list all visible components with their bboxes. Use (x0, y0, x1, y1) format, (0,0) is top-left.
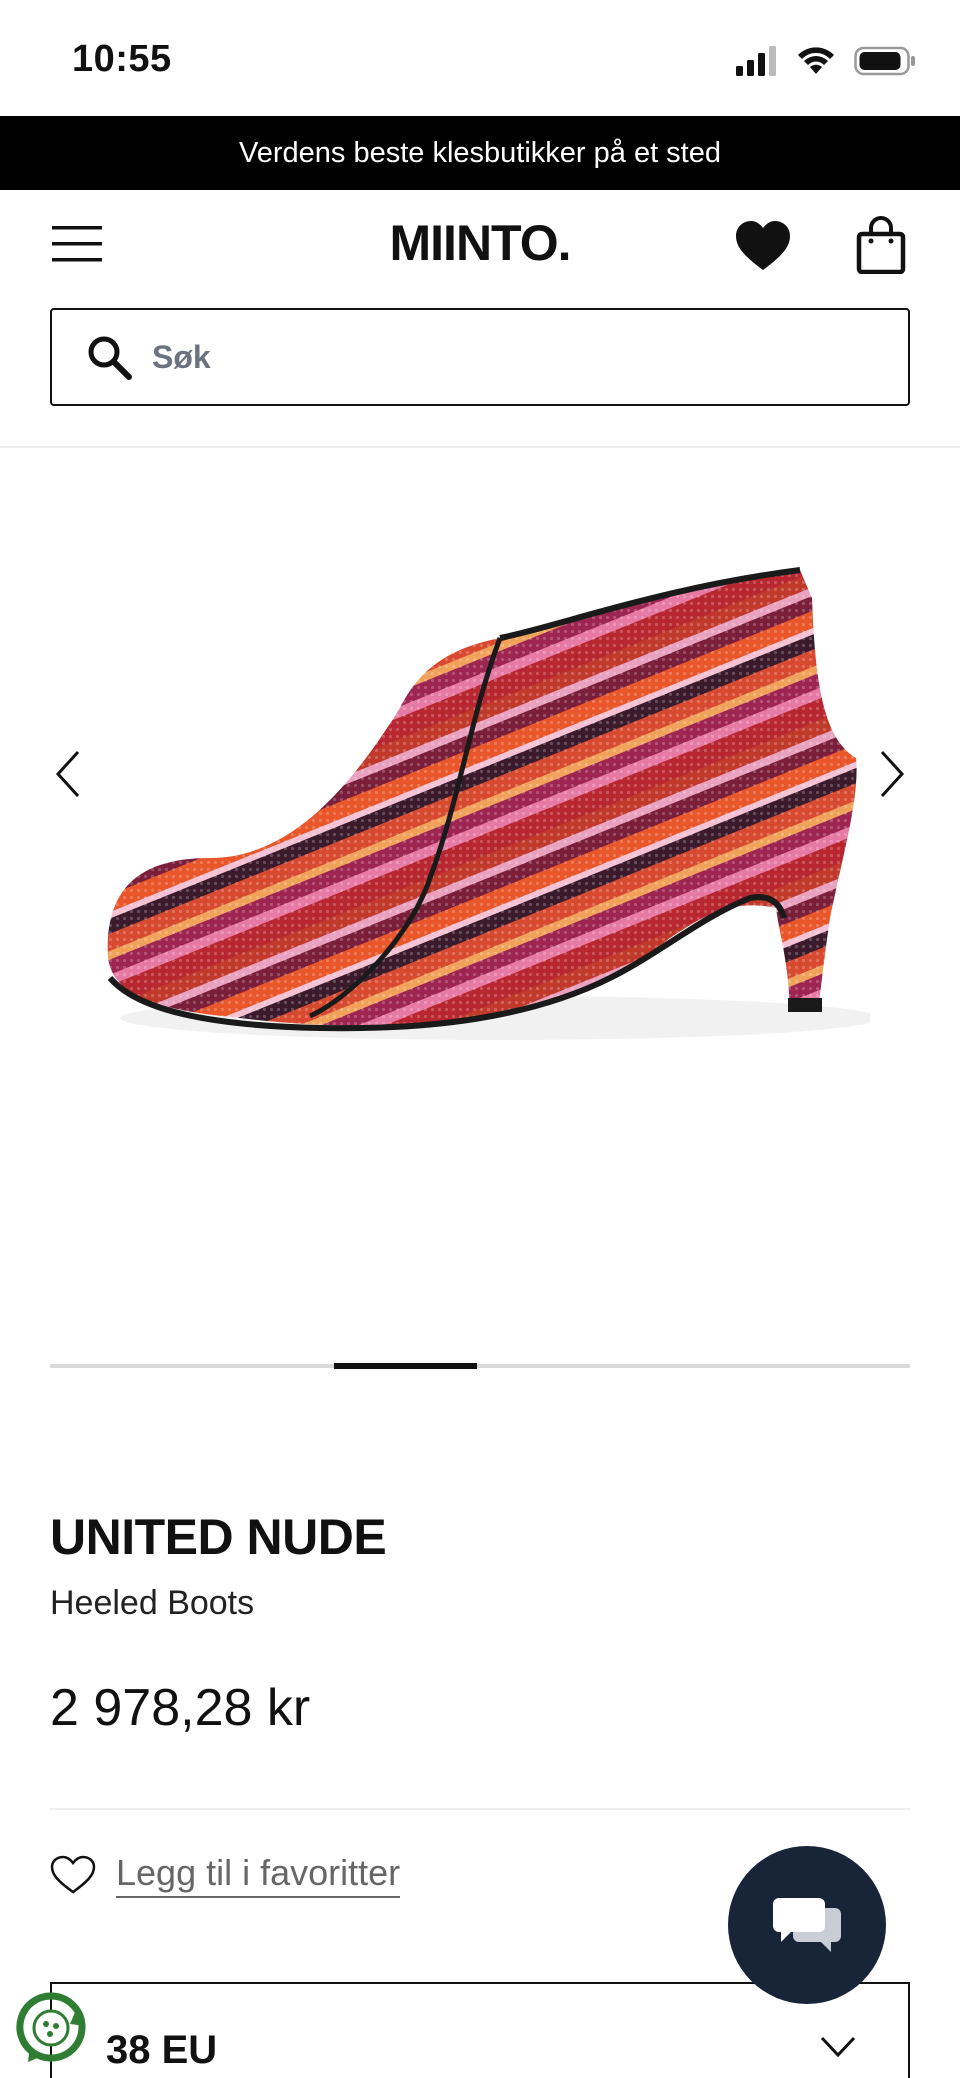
product-name: Heeled Boots (50, 1584, 255, 1622)
chevron-left-icon[interactable] (50, 748, 86, 800)
status-icons (736, 44, 916, 78)
gallery-progress (50, 1363, 910, 1369)
signal-icon (736, 46, 776, 76)
status-time: 10:55 (72, 38, 172, 80)
eco-badge-icon[interactable] (14, 1990, 88, 2064)
product-brand[interactable]: UNITED NUDE (50, 1508, 387, 1566)
product-image (107, 567, 870, 1040)
chevron-down-icon (820, 2036, 856, 2058)
status-bar: 10:55 (0, 0, 960, 116)
site-header: MIINTO. (0, 190, 960, 300)
search-bar[interactable] (50, 308, 910, 406)
favorites-label[interactable]: Legg til i favoritter (116, 1852, 401, 1898)
wifi-icon (798, 47, 834, 74)
site-logo[interactable]: MIINTO. (0, 214, 960, 272)
heart-outline-icon (50, 1855, 96, 1894)
product-gallery[interactable] (0, 448, 960, 1348)
add-to-favorites-button[interactable]: Legg til i favoritter (50, 1852, 401, 1898)
chat-icon (773, 1898, 841, 1952)
chat-button[interactable] (728, 1846, 886, 2004)
divider (50, 1808, 910, 1810)
battery-icon (854, 46, 915, 76)
chevron-right-icon[interactable] (874, 748, 910, 800)
product-price: 2 978,28 kr (50, 1679, 311, 1737)
heart-icon[interactable] (734, 220, 792, 272)
search-input[interactable] (152, 338, 852, 376)
promo-text: Verdens beste klesbutikker på et sted (238, 136, 721, 169)
gallery-progress-indicator (334, 1363, 477, 1369)
search-icon (88, 336, 132, 380)
promo-banner: Verdens beste klesbutikker på et sted (0, 116, 960, 190)
size-value: 38 EU (106, 2028, 218, 2072)
shopping-bag-icon[interactable] (856, 216, 906, 274)
